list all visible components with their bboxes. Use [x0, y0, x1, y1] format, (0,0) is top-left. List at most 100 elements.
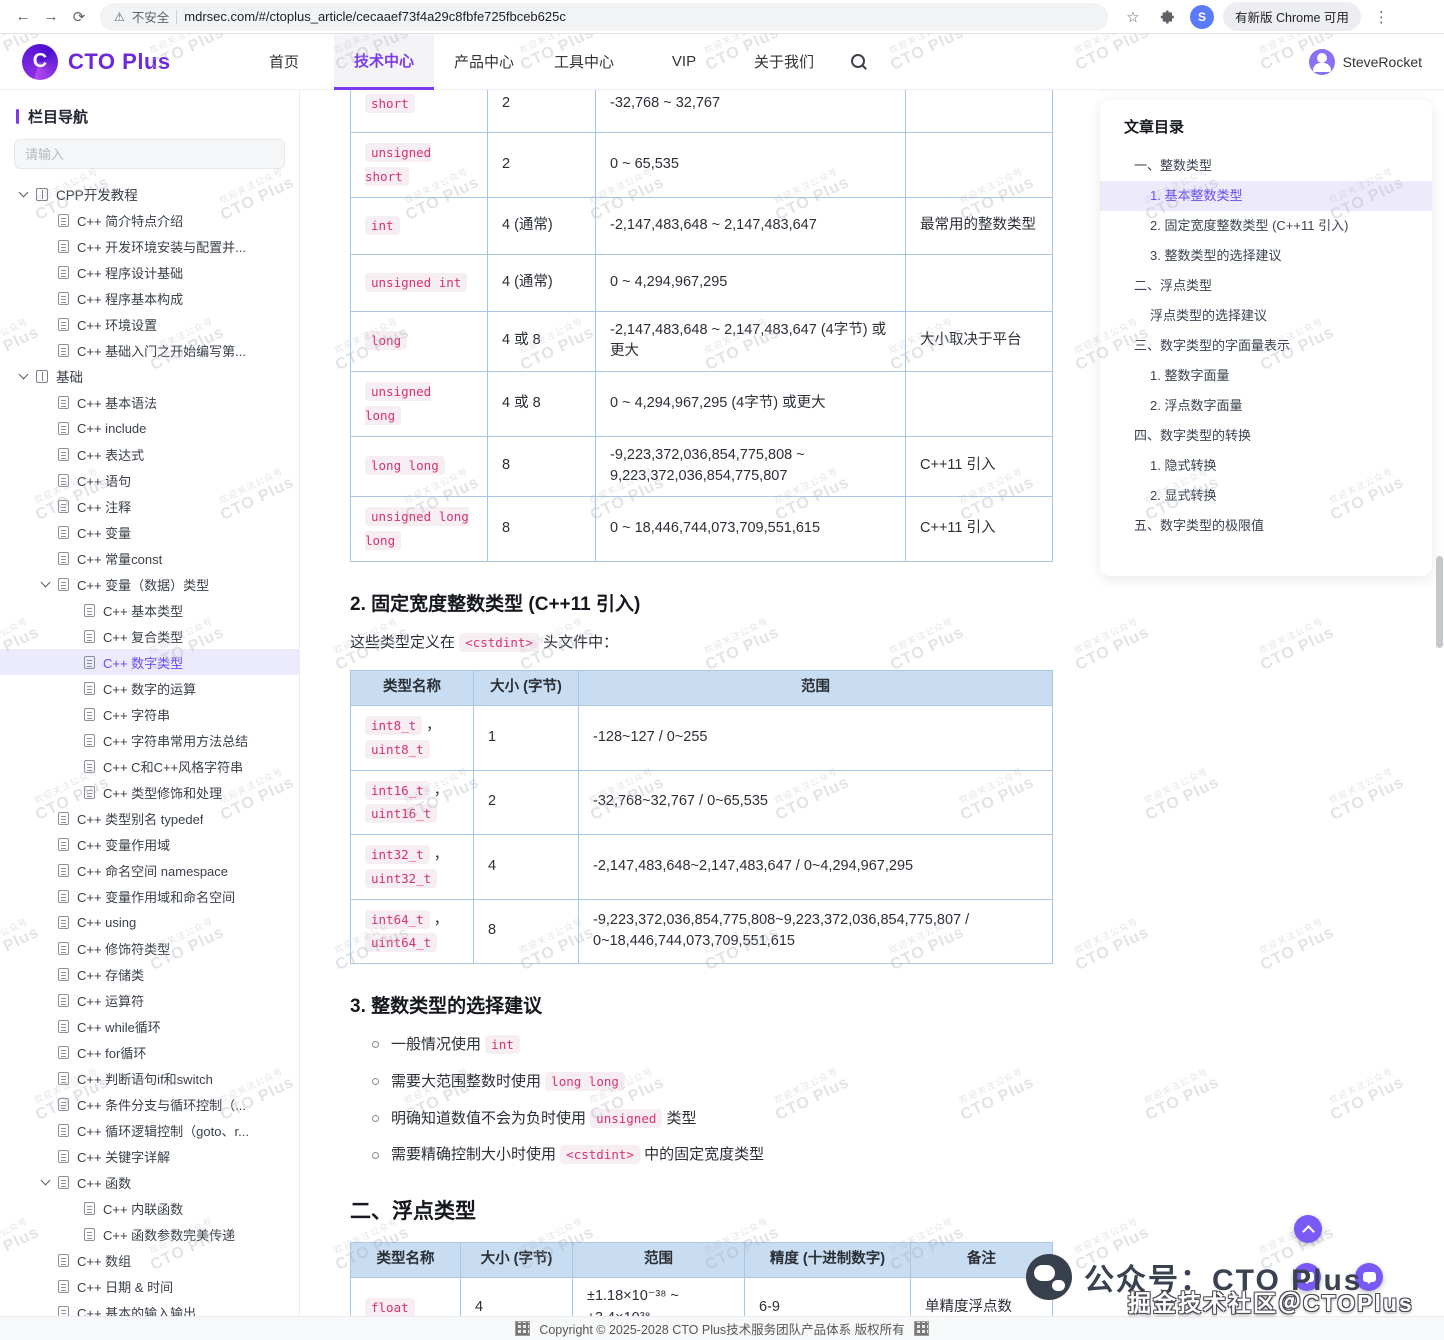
document-icon — [58, 812, 69, 825]
browser-menu-icon[interactable]: ⋮ — [1370, 8, 1393, 26]
tree-item[interactable]: C++ 函数 — [0, 1169, 299, 1195]
tree-item[interactable]: C++ 基本语法 — [0, 389, 299, 415]
tree-item[interactable]: C++ 环境设置 — [0, 311, 299, 337]
tree-item[interactable]: C++ 字符串常用方法总结 — [0, 727, 299, 753]
tree-item[interactable]: C++ C和C++风格字符串 — [0, 753, 299, 779]
toc-item[interactable]: 2. 浮点数字面量 — [1100, 391, 1432, 421]
toc-item[interactable]: 三、数字类型的字面量表示 — [1100, 331, 1432, 361]
tree-item-label: CPP开发教程 — [56, 184, 138, 204]
toc-item[interactable]: 1. 隐式转换 — [1100, 451, 1432, 481]
tree-item[interactable]: C++ 命名空间 namespace — [0, 857, 299, 883]
tree-item[interactable]: C++ 关键字详解 — [0, 1143, 299, 1169]
document-icon — [58, 214, 69, 227]
nav-item-6[interactable]: 关于我们 — [734, 34, 834, 90]
browser-profile-avatar[interactable]: S — [1190, 5, 1214, 29]
tree-item[interactable]: C++ 存储类 — [0, 961, 299, 987]
tree-item[interactable]: C++ 注释 — [0, 493, 299, 519]
back-icon[interactable]: ← — [10, 4, 36, 30]
range-cell: -2,147,483,648 ~ 2,147,483,647 (4字节) 或更大 — [596, 311, 906, 372]
extensions-icon[interactable] — [1155, 4, 1181, 30]
code-chip: uint64_t — [365, 933, 437, 952]
size-cell: 4 或 8 — [488, 311, 596, 372]
footer: Copyright © 2025-2028 CTO Plus技术服务团队产品体系… — [0, 1316, 1444, 1340]
document-icon — [58, 1124, 69, 1137]
header-search-button[interactable] — [834, 53, 884, 71]
range-cell: 0 ~ 4,294,967,295 — [596, 254, 906, 311]
toc-item[interactable]: 1. 整数字面量 — [1100, 361, 1432, 391]
tree-item[interactable]: C++ 修饰符类型 — [0, 935, 299, 961]
nav-item-5[interactable]: VIP — [634, 34, 734, 90]
scroll-top-button[interactable] — [1294, 1215, 1322, 1243]
tree-item[interactable]: 基础 — [0, 363, 299, 389]
tree-item[interactable]: C++ 日期 & 时间 — [0, 1273, 299, 1299]
tree-item[interactable]: C++ for循环 — [0, 1039, 299, 1065]
nav-item-4[interactable]: 工具中心 — [534, 34, 634, 90]
code-chip: <cstdint> — [560, 1145, 640, 1164]
tree-item[interactable]: C++ 基本类型 — [0, 597, 299, 623]
tree-item[interactable]: C++ 变量作用域和命名空间 — [0, 883, 299, 909]
list-item: 一般情况使用 int — [372, 1033, 1052, 1057]
basic-int-table-body: short2-32,768 ~ 32,767unsigned short20 ~… — [351, 90, 1053, 561]
tree-item[interactable]: C++ 数字的运算 — [0, 675, 299, 701]
toc-item[interactable]: 3. 整数类型的选择建议 — [1100, 241, 1432, 271]
document-icon — [84, 630, 95, 643]
user-profile[interactable]: SteveRocket — [1309, 49, 1422, 75]
tree-item[interactable]: C++ 数字类型 — [0, 649, 299, 675]
document-icon — [58, 1176, 69, 1189]
tree-item[interactable]: C++ using — [0, 909, 299, 935]
tree-item[interactable]: C++ 开发环境安装与配置并... — [0, 233, 299, 259]
refresh-icon[interactable]: ⟳ — [66, 4, 92, 30]
tree-item[interactable]: C++ 简介特点介绍 — [0, 207, 299, 233]
tree-item[interactable]: C++ 基础入门之开始编写第... — [0, 337, 299, 363]
toc-item[interactable]: 浮点类型的选择建议 — [1100, 301, 1432, 331]
tree-item[interactable]: C++ 复合类型 — [0, 623, 299, 649]
nav-item-1[interactable]: 首页 — [234, 34, 334, 90]
section-title-advice: 3. 整数类型的选择建议 — [350, 991, 1052, 1018]
tree-item[interactable]: C++ 条件分支与循环控制（... — [0, 1091, 299, 1117]
tree-item[interactable]: C++ 变量（数据）类型 — [0, 571, 299, 597]
tree-item[interactable]: C++ 表达式 — [0, 441, 299, 467]
toc-item[interactable]: 2. 显式转换 — [1100, 481, 1432, 511]
document-icon — [58, 396, 69, 409]
toc-item[interactable]: 一、整数类型 — [1100, 151, 1432, 181]
document-icon — [58, 968, 69, 981]
sidebar-search-input[interactable] — [14, 139, 285, 169]
tree-item[interactable]: C++ 内联函数 — [0, 1195, 299, 1221]
tree-item[interactable]: C++ 循环逻辑控制（goto、r... — [0, 1117, 299, 1143]
browser-actions: ☆ S 有新版 Chrome 可用 ⋮ — [1120, 2, 1393, 31]
tree-item[interactable]: C++ 程序基本构成 — [0, 285, 299, 311]
tree-item[interactable]: C++ include — [0, 415, 299, 441]
tree-item[interactable]: C++ 程序设计基础 — [0, 259, 299, 285]
tree-item[interactable]: C++ 函数参数完美传递 — [0, 1221, 299, 1247]
qr-code-icon-left — [515, 1321, 530, 1336]
note-cell — [906, 372, 1053, 437]
tree-item[interactable]: C++ 字符串 — [0, 701, 299, 727]
tree-item[interactable]: C++ 数组 — [0, 1247, 299, 1273]
tree-item[interactable]: C++ while循环 — [0, 1013, 299, 1039]
bookmark-star-icon[interactable]: ☆ — [1120, 4, 1146, 30]
toc-item[interactable]: 四、数字类型的转换 — [1100, 421, 1432, 451]
toc-item[interactable]: 2. 固定宽度整数类型 (C++11 引入) — [1100, 211, 1432, 241]
basic-int-table: short2-32,768 ~ 32,767unsigned short20 ~… — [350, 90, 1053, 562]
toc-item[interactable]: 五、数字类型的极限值 — [1100, 511, 1432, 541]
tree-item[interactable]: CPP开发教程 — [0, 181, 299, 207]
nav-item-2[interactable]: 技术中心 — [334, 34, 434, 90]
chrome-update-button[interactable]: 有新版 Chrome 可用 — [1223, 2, 1361, 31]
toc-item[interactable]: 1. 基本整数类型 — [1100, 181, 1432, 211]
tree-item[interactable]: C++ 常量const — [0, 545, 299, 571]
site-logo[interactable]: C CTO Plus — [22, 44, 234, 80]
nav-item-3[interactable]: 产品中心 — [434, 34, 534, 90]
tree-item-label: C++ 变量 — [77, 523, 131, 542]
tree-item[interactable]: C++ 变量作用域 — [0, 831, 299, 857]
tree-item[interactable]: C++ 类型别名 typedef — [0, 805, 299, 831]
tree-item[interactable]: C++ 语句 — [0, 467, 299, 493]
main-content: short2-32,768 ~ 32,767unsigned short20 ~… — [300, 90, 1100, 1340]
url-bar[interactable]: ⚠ 不安全 mdrsec.com/#/ctoplus_article/cecaa… — [100, 3, 1108, 31]
tree-item[interactable]: C++ 类型修饰和处理 — [0, 779, 299, 805]
tree-item[interactable]: C++ 运算符 — [0, 987, 299, 1013]
toc-item[interactable]: 二、浮点类型 — [1100, 271, 1432, 301]
forward-icon[interactable]: → — [38, 4, 64, 30]
tree-item[interactable]: C++ 变量 — [0, 519, 299, 545]
tree-item[interactable]: C++ 判断语句if和switch — [0, 1065, 299, 1091]
page-scrollbar-thumb[interactable] — [1436, 556, 1443, 648]
